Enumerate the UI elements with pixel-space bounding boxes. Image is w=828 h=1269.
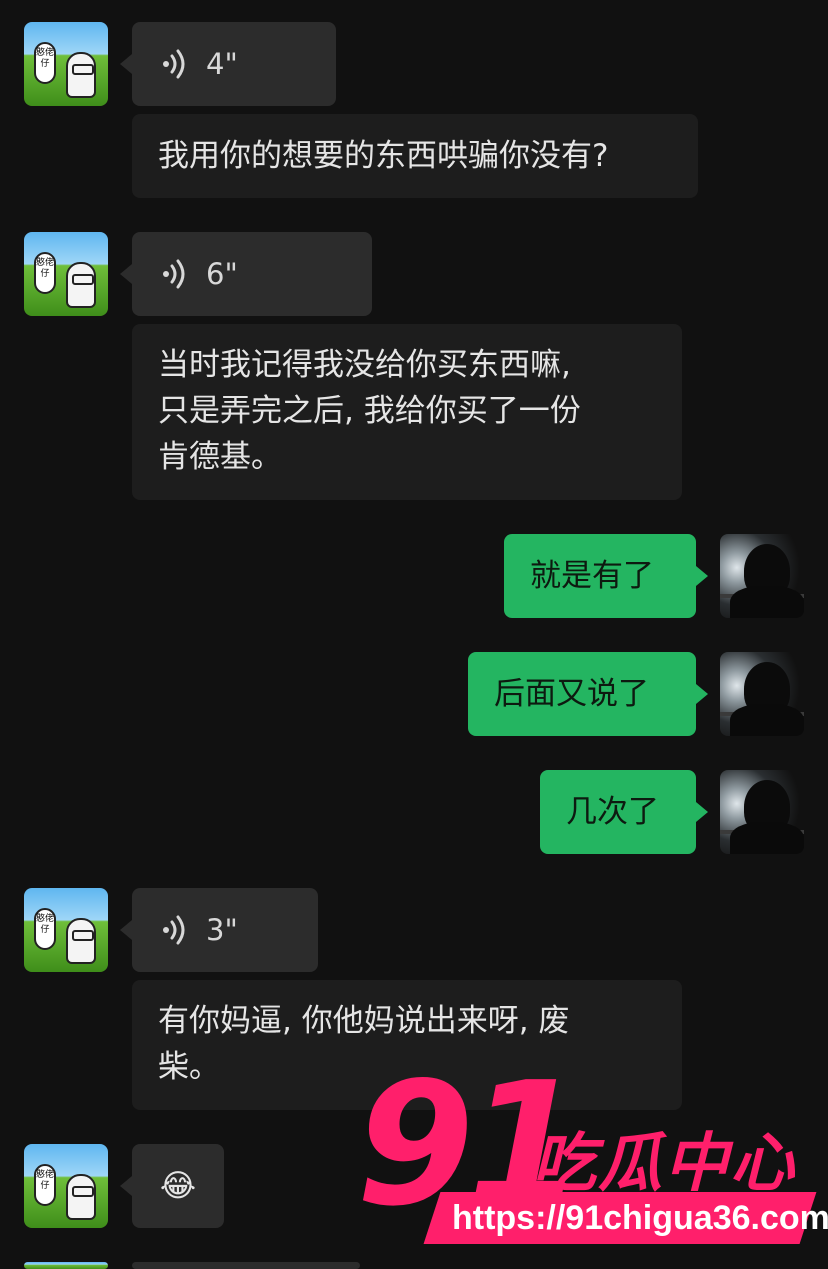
contact-avatar[interactable]: 憨佬仔 [24, 888, 108, 972]
transcript-line: 有你妈逼, 你他妈说出来呀, 废 [158, 1003, 570, 1039]
voice-duration: 6" [206, 257, 238, 291]
avatar-balloon: 憨佬仔 [34, 252, 56, 294]
avatar-silhouette-body [730, 704, 804, 736]
voice-message-partial[interactable] [132, 1262, 360, 1269]
voice-wave-icon [163, 915, 185, 945]
voice-transcript: 当时我记得我没给你买东西嘛, 只是弄完之后, 我给你买了一份 肯德基。 [132, 324, 682, 500]
self-avatar[interactable] [720, 534, 804, 618]
voice-transcript: 我用你的想要的东西哄骗你没有? [132, 114, 698, 198]
avatar-balloon: 憨佬仔 [34, 42, 56, 84]
avatar-silhouette-body [730, 822, 804, 854]
voice-duration: 4" [206, 47, 238, 81]
contact-avatar[interactable]: 憨佬仔 [24, 232, 108, 316]
avatar-silhouette-body [730, 586, 804, 618]
voice-message[interactable]: 4" [120, 22, 336, 106]
contact-avatar[interactable]: 憨佬仔 [24, 1144, 108, 1228]
avatar-balloon: 憨佬仔 [34, 1164, 56, 1206]
emoji-message[interactable]: 😂 [120, 1144, 224, 1228]
avatar-figure [66, 52, 96, 98]
transcript-line: 当时我记得我没给你买东西嘛, [158, 347, 571, 383]
self-avatar[interactable] [720, 770, 804, 854]
laughing-emoji-icon: 😂 [159, 1168, 197, 1204]
voice-wave-icon [163, 49, 185, 79]
outgoing-message[interactable]: 就是有了 [504, 534, 708, 618]
message-text: 后面又说了 [494, 676, 649, 712]
voice-message[interactable]: 3" [120, 888, 318, 972]
transcript-line: 肯德基。 [158, 439, 282, 475]
message-text: 几次了 [566, 794, 659, 830]
watermark-url: https://91chigua36.com [452, 1199, 828, 1237]
avatar-figure [66, 262, 96, 308]
message-text: 就是有了 [530, 558, 654, 594]
voice-duration: 3" [206, 913, 238, 947]
avatar-balloon: 憨佬仔 [34, 908, 56, 950]
outgoing-message[interactable]: 几次了 [540, 770, 708, 854]
avatar-figure [66, 1174, 96, 1220]
watermark-title: 吃瓜中心 [532, 1127, 796, 1201]
outgoing-message[interactable]: 后面又说了 [468, 652, 708, 736]
self-avatar[interactable] [720, 652, 804, 736]
voice-message[interactable]: 6" [120, 232, 372, 316]
voice-wave-icon [163, 259, 185, 289]
contact-avatar[interactable]: 憨佬仔 [24, 22, 108, 106]
transcript-text: 我用你的想要的东西哄骗你没有? [158, 138, 609, 174]
contact-avatar[interactable] [24, 1262, 108, 1269]
avatar-figure [66, 918, 96, 964]
transcript-line: 只是弄完之后, 我给你买了一份 [158, 393, 581, 429]
